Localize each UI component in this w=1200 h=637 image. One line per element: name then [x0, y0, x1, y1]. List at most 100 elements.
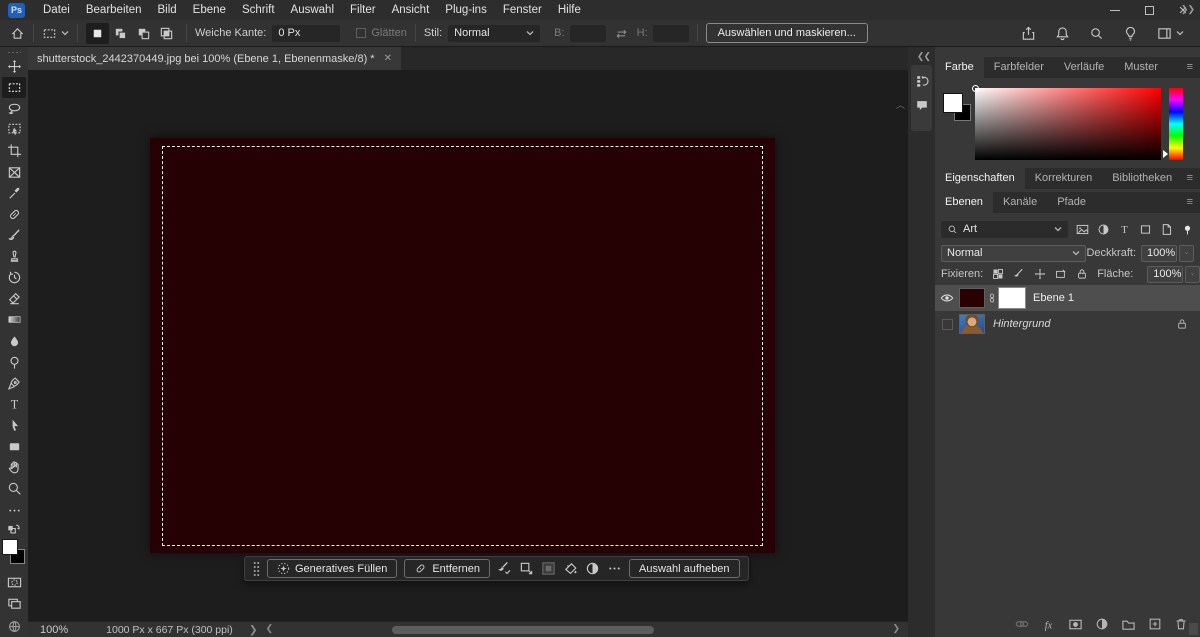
foreground-swatch[interactable]: [943, 93, 963, 113]
menu-datei[interactable]: Datei: [35, 0, 78, 20]
move-tool[interactable]: [2, 56, 26, 77]
generative-fill-button[interactable]: Generatives Füllen: [267, 559, 397, 578]
swap-dimensions-icon[interactable]: [614, 26, 629, 41]
filter-toggle-pin-icon[interactable]: [1181, 223, 1194, 236]
select-and-mask-button[interactable]: Auswählen und maskieren...: [706, 23, 868, 43]
lock-transparency-icon[interactable]: [992, 268, 1004, 280]
lock-paint-icon[interactable]: [1013, 268, 1025, 280]
blur-tool[interactable]: [2, 330, 26, 351]
home-icon[interactable]: [10, 26, 25, 41]
lock-artboard-icon[interactable]: [1055, 268, 1067, 280]
menu-ansicht[interactable]: Ansicht: [384, 0, 438, 20]
layer-mask-thumbnail[interactable]: [999, 288, 1025, 308]
screen-mode-icon[interactable]: [2, 593, 26, 614]
layers-panel-menu-icon[interactable]: ≡: [1187, 192, 1193, 213]
layer-mask-link-icon[interactable]: [987, 291, 997, 305]
filter-smart-object-icon[interactable]: [1160, 223, 1173, 236]
minimize-button[interactable]: [1098, 0, 1132, 20]
workspace-switcher-icon[interactable]: [1157, 26, 1184, 41]
frame-tool[interactable]: [2, 161, 26, 182]
layer-thumbnail[interactable]: [959, 288, 985, 308]
mask-button-icon[interactable]: [541, 561, 556, 576]
fill-value[interactable]: 100%: [1147, 266, 1183, 283]
hand-tool[interactable]: [2, 457, 26, 478]
style-dropdown[interactable]: Normal: [448, 25, 540, 42]
fill-dropdown-icon[interactable]: [1185, 266, 1200, 283]
crop-tool[interactable]: [2, 140, 26, 161]
photoshop-logo-icon[interactable]: Ps: [8, 3, 25, 18]
swap-colors-icon[interactable]: [2, 521, 26, 538]
tab-kanaele[interactable]: Kanäle: [993, 192, 1047, 213]
version-history-icon[interactable]: [915, 74, 929, 88]
menu-hilfe[interactable]: Hilfe: [550, 0, 589, 20]
quick-mask-icon[interactable]: [2, 572, 26, 593]
scroll-right-arrow-icon[interactable]: ❯: [892, 623, 900, 634]
tab-farbfelder[interactable]: Farbfelder: [984, 57, 1054, 78]
tab-verlaeufe[interactable]: Verläufe: [1054, 57, 1114, 78]
document-image[interactable]: [150, 138, 775, 553]
horizontal-scrollbar[interactable]: ❮ ❯: [262, 622, 904, 637]
width-input[interactable]: [570, 25, 606, 42]
taskbar-drag-handle[interactable]: [253, 561, 260, 577]
path-selection-tool[interactable]: [2, 415, 26, 436]
tab-ebenen[interactable]: Ebenen: [935, 192, 993, 213]
subtract-from-selection-mode-button[interactable]: [132, 23, 155, 44]
history-brush-tool[interactable]: [2, 267, 26, 288]
layer-name[interactable]: Ebene 1: [1033, 292, 1074, 304]
document-tab-close-icon[interactable]: ✕: [384, 53, 392, 64]
color-field-marker[interactable]: [972, 85, 979, 92]
foreground-color-swatch[interactable]: [2, 539, 18, 555]
tab-bibliotheken[interactable]: Bibliotheken: [1102, 168, 1182, 189]
new-layer-icon[interactable]: [1148, 617, 1162, 631]
rectangle-tool[interactable]: [2, 436, 26, 457]
eyedropper-tool[interactable]: [2, 183, 26, 204]
layer-hidden-eye-box[interactable]: [935, 319, 959, 330]
transform-icon[interactable]: [519, 561, 534, 576]
filter-adjustment-icon[interactable]: [1097, 223, 1110, 236]
properties-panel-menu-icon[interactable]: ≡: [1187, 168, 1193, 189]
menu-filter[interactable]: Filter: [342, 0, 384, 20]
menu-schrift[interactable]: Schrift: [234, 0, 283, 20]
adjust-brush-icon[interactable]: [497, 561, 512, 576]
search-icon[interactable]: [1089, 26, 1104, 41]
zoom-level[interactable]: 100%: [40, 624, 68, 636]
adjustment-layer-icon[interactable]: [1095, 617, 1109, 631]
link-layers-icon[interactable]: [1015, 617, 1029, 631]
menu-ebene[interactable]: Ebene: [185, 0, 234, 20]
layer-visibility-eye-icon[interactable]: [935, 291, 959, 305]
gradient-tool[interactable]: [2, 309, 26, 330]
vertical-scrollbar-arrow[interactable]: ︿: [896, 98, 905, 111]
healing-brush-tool[interactable]: [2, 204, 26, 225]
brush-tool[interactable]: [2, 225, 26, 246]
eraser-tool[interactable]: [2, 288, 26, 309]
globe-icon[interactable]: [2, 616, 26, 637]
horizontal-scrollbar-thumb[interactable]: [392, 626, 654, 634]
background-layer-name[interactable]: Hintergrund: [993, 318, 1050, 330]
tab-pfade[interactable]: Pfade: [1047, 192, 1096, 213]
clone-stamp-tool[interactable]: [2, 246, 26, 267]
menu-bild[interactable]: Bild: [149, 0, 184, 20]
scroll-left-arrow-icon[interactable]: ❮: [266, 623, 274, 634]
saturation-brightness-field[interactable]: [975, 88, 1161, 160]
menu-fenster[interactable]: Fenster: [495, 0, 550, 20]
menu-bearbeiten[interactable]: Bearbeiten: [78, 0, 150, 20]
tab-eigenschaften[interactable]: Eigenschaften: [935, 168, 1025, 189]
layer-style-fx-icon[interactable]: fx: [1041, 617, 1056, 632]
document-tab[interactable]: shutterstock_2442370449.jpg bei 100% (Eb…: [28, 47, 401, 70]
status-expand-chevron-icon[interactable]: ❯: [249, 624, 258, 636]
add-to-selection-mode-button[interactable]: [109, 23, 132, 44]
background-layer-thumbnail[interactable]: [959, 314, 985, 334]
opacity-value[interactable]: 100%: [1141, 245, 1177, 262]
lasso-tool[interactable]: [2, 98, 26, 119]
zoom-tool[interactable]: [2, 478, 26, 499]
canvas-area[interactable]: ︿ Generatives Füllen Entfernen Auswahl a…: [28, 70, 908, 621]
rectangular-marquee-tool[interactable]: [2, 77, 26, 98]
active-tool-icon[interactable]: [42, 26, 69, 41]
intersect-selection-mode-button[interactable]: [155, 23, 178, 44]
foreground-background-swatches[interactable]: [1, 539, 27, 567]
new-selection-mode-button[interactable]: [86, 23, 109, 44]
tab-farbe[interactable]: Farbe: [935, 57, 984, 78]
filter-shape-icon[interactable]: [1139, 223, 1152, 236]
color-panel-swatches[interactable]: [943, 93, 977, 127]
menu-auswahl[interactable]: Auswahl: [283, 0, 342, 20]
